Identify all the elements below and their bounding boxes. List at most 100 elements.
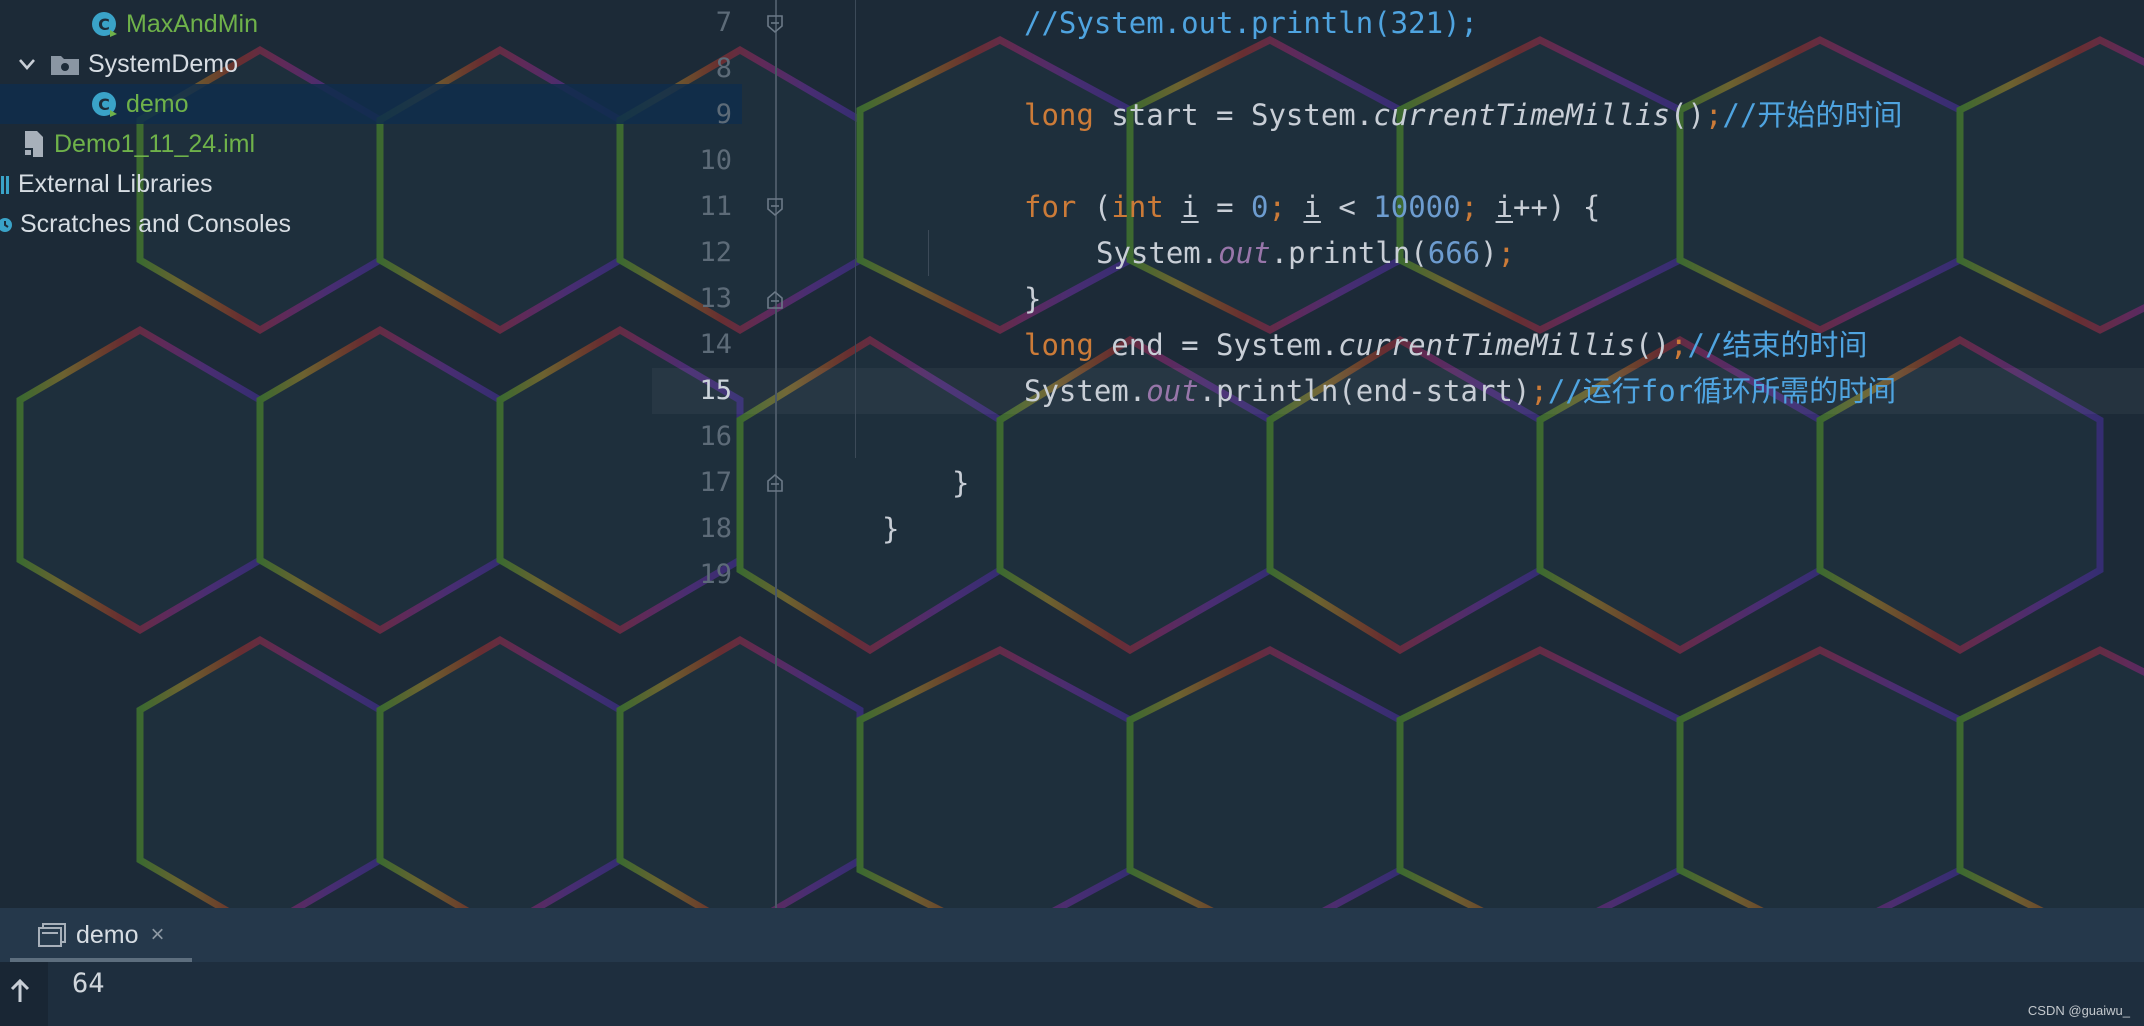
code-token: ;	[1530, 374, 1548, 408]
code-token: out	[1146, 374, 1199, 408]
code-text: }	[1024, 276, 1041, 322]
code-text: long start = System.currentTimeMillis();…	[1024, 92, 1902, 138]
code-line[interactable]: for (int i = 0; i < 10000; i++) {	[652, 184, 2144, 230]
code-token: .println(end-start)	[1198, 374, 1531, 408]
code-token: i	[1495, 190, 1514, 224]
code-line[interactable]	[652, 46, 2144, 92]
indent-guide	[855, 0, 856, 458]
tree-item-iml-file[interactable]: Demo1_11_24.iml	[0, 124, 674, 164]
code-text: //System.out.println(321);	[1024, 0, 1478, 46]
code-token: //开始的时间	[1722, 98, 1903, 132]
code-line[interactable]: long end = System.currentTimeMillis();//…	[652, 322, 2144, 368]
code-token: System.	[1024, 374, 1147, 408]
code-token: 666	[1427, 236, 1481, 270]
code-token: 0	[1251, 190, 1269, 224]
tree-item-label: Scratches and Consoles	[20, 209, 291, 238]
folder-icon	[50, 52, 80, 76]
code-token: ()	[1635, 328, 1671, 362]
code-token: }	[882, 512, 900, 546]
code-token: i	[1181, 190, 1199, 224]
code-token: 10000	[1373, 190, 1461, 224]
code-line[interactable]: }	[652, 460, 2144, 506]
code-line[interactable]: long start = System.currentTimeMillis();…	[652, 92, 2144, 138]
scratches-clock-icon	[0, 211, 14, 237]
chevron-down-icon[interactable]	[14, 51, 40, 77]
watermark: CSDN @guaiwu_	[2027, 1003, 2130, 1018]
indent-guide	[928, 230, 929, 276]
code-line[interactable]	[652, 552, 2144, 598]
code-token: System.	[1096, 236, 1219, 270]
tree-item-label: SystemDemo	[88, 49, 239, 78]
tree-item-scratches[interactable]: Scratches and Consoles	[0, 204, 652, 244]
code-token: currentTimeMillis	[1338, 328, 1636, 362]
code-text: for (int i = 0; i < 10000; i++) {	[1024, 184, 1600, 230]
project-tree: C MaxAndMin SystemDemo C demo Demo1_11_2…	[0, 0, 742, 908]
code-token: ()	[1670, 98, 1705, 132]
svg-text:C: C	[98, 95, 110, 114]
code-token: //运行for循环所需的时间	[1547, 374, 1897, 408]
scroll-up-arrow-icon[interactable]	[0, 962, 48, 1012]
library-icon	[0, 171, 12, 197]
code-token: //System.out.println(321);	[1024, 6, 1478, 40]
gutter-divider	[775, 0, 777, 908]
tree-item-external-libraries[interactable]: External Libraries	[0, 164, 652, 204]
code-token: }	[1024, 282, 1042, 316]
close-icon[interactable]: ×	[151, 921, 165, 949]
tree-item-label: demo	[126, 89, 189, 118]
code-text: System.out.println(666);	[1096, 230, 1515, 276]
code-token: currentTimeMillis	[1373, 98, 1671, 132]
run-side-toolbar	[0, 962, 48, 1026]
code-token: ;	[1268, 190, 1286, 224]
code-token: (	[1076, 190, 1112, 224]
fold-marker-icon[interactable]	[766, 473, 784, 493]
tree-item-maxandmin[interactable]: C MaxAndMin	[0, 4, 742, 44]
code-token: i	[1303, 190, 1321, 224]
code-text: System.out.println(end-start);//运行for循环所…	[1024, 368, 1896, 414]
code-line[interactable]: System.out.println(666);	[652, 230, 2144, 276]
tree-item-demo[interactable]: C demo	[0, 84, 742, 124]
fold-marker-icon[interactable]	[766, 14, 784, 34]
run-tool-window: demo × 64	[0, 908, 2144, 1026]
tree-item-label: External Libraries	[18, 169, 213, 198]
code-token: ++) {	[1513, 190, 1601, 224]
code-token: )	[1480, 236, 1498, 270]
code-line[interactable]: //System.out.println(321);	[652, 0, 2144, 46]
tree-item-label: MaxAndMin	[126, 9, 258, 38]
code-token: <	[1320, 190, 1374, 224]
code-token: ;	[1460, 190, 1479, 224]
code-token: end = System.	[1093, 328, 1339, 362]
code-token: =	[1198, 190, 1252, 224]
code-text: }	[882, 506, 899, 552]
code-token: ;	[1497, 236, 1516, 270]
code-token: ;	[1704, 98, 1723, 132]
code-token: out	[1218, 236, 1271, 270]
code-line[interactable]: }	[652, 506, 2144, 552]
fold-marker-icon[interactable]	[766, 197, 784, 217]
svg-text:C: C	[98, 15, 110, 34]
code-token: start = System.	[1093, 98, 1374, 132]
code-token: int	[1111, 190, 1164, 224]
code-token: ;	[1670, 328, 1688, 362]
run-tab-demo[interactable]: demo ×	[38, 914, 165, 956]
java-class-icon: C	[90, 10, 118, 38]
fold-marker-icon[interactable]	[766, 290, 784, 310]
code-token: .println(	[1270, 236, 1428, 270]
tree-item-systemdemo[interactable]: SystemDemo	[0, 44, 666, 84]
code-text: }	[952, 460, 969, 506]
code-token: }	[952, 466, 970, 500]
run-tab-label: demo	[76, 920, 139, 949]
code-token: for	[1024, 190, 1077, 224]
console-icon	[38, 923, 66, 947]
code-line[interactable]: System.out.println(end-start);//运行for循环所…	[652, 368, 2144, 414]
code-line[interactable]	[652, 414, 2144, 460]
code-token: long	[1024, 98, 1094, 132]
java-class-icon: C	[90, 90, 118, 118]
code-token: //结束的时间	[1687, 328, 1868, 362]
code-line[interactable]	[652, 138, 2144, 184]
code-line[interactable]: }	[652, 276, 2144, 322]
code-token: long	[1024, 328, 1094, 362]
module-file-icon	[22, 130, 46, 158]
code-editor[interactable]: 7 8 9 10 11 12 13 14 15 16 17 18 19 //System.out.pri…	[652, 0, 2144, 908]
